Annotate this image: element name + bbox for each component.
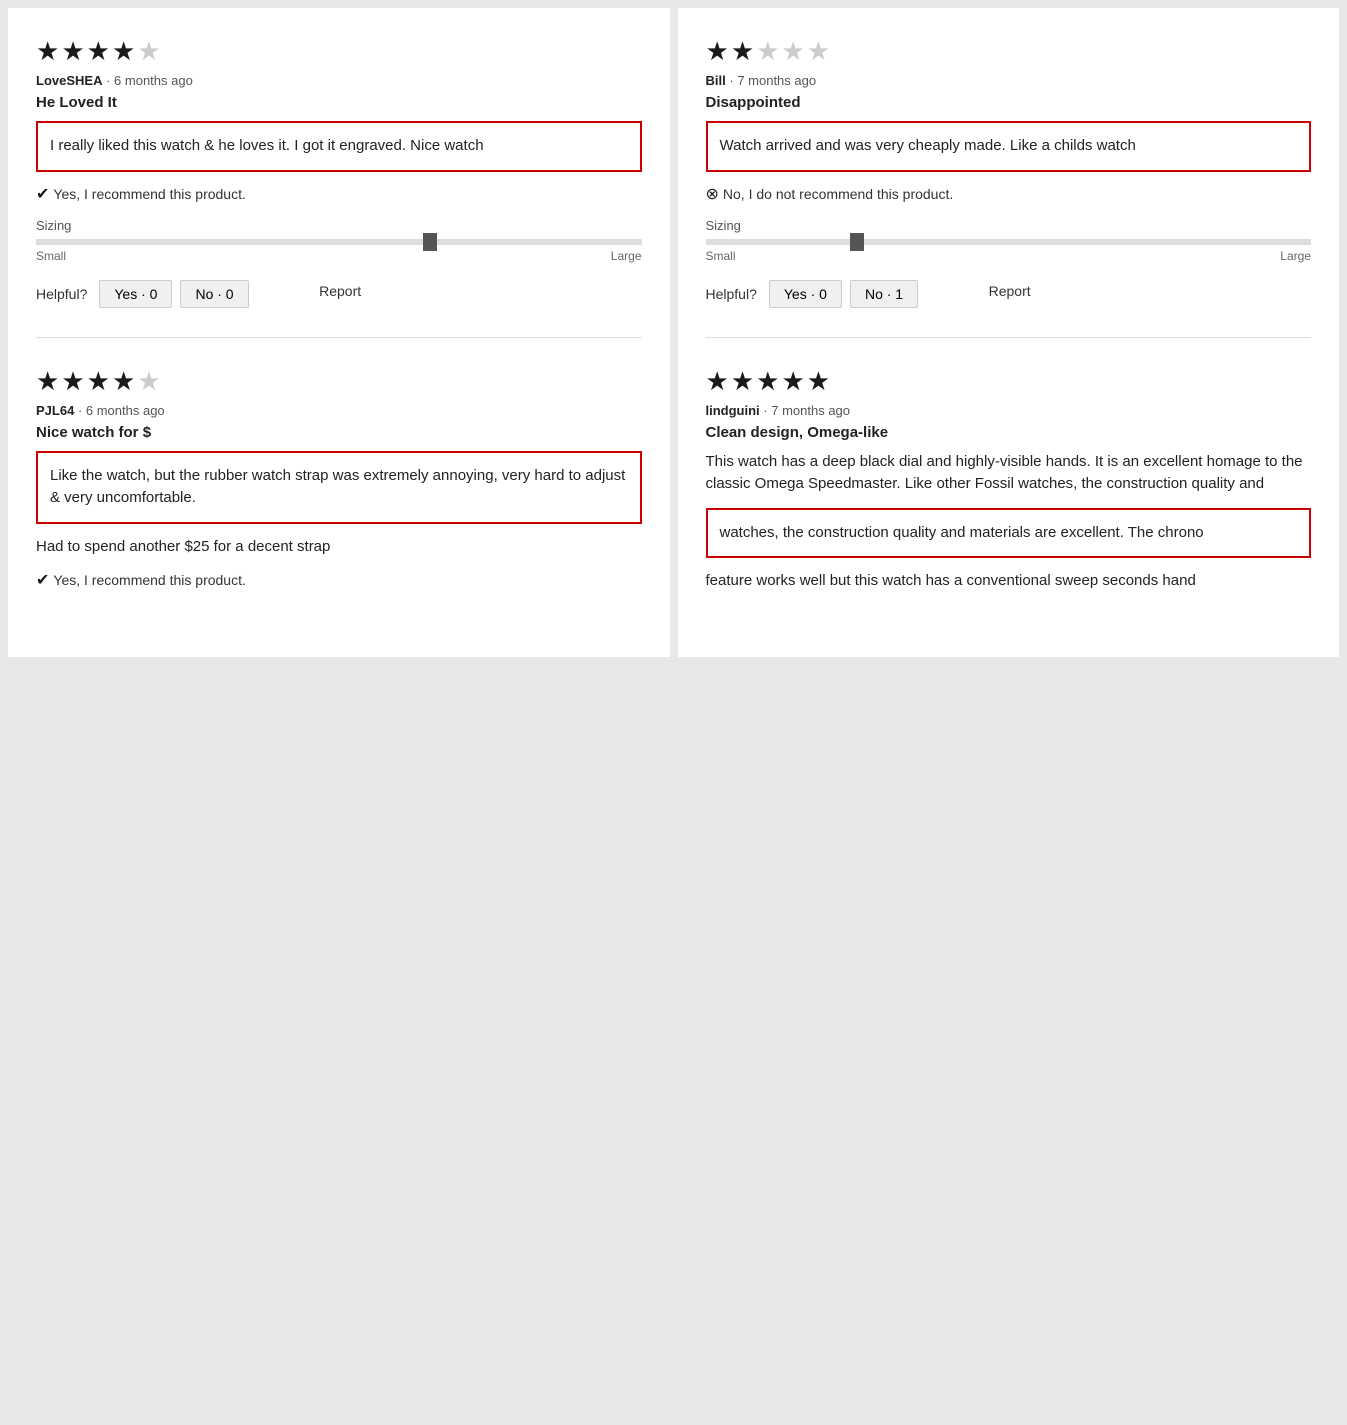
- helpful-yes-btn-1[interactable]: Yes · 0: [99, 280, 172, 308]
- review-title-1: He Loved It: [36, 94, 642, 111]
- star-rating-4: ★ ★ ★ ★ ★: [706, 366, 1312, 397]
- review-bill: ★ ★ ★ ★ ★ Bill · 7 months ago Disappoint…: [706, 36, 1312, 338]
- reviewer-name-3: PJL64: [36, 403, 74, 418]
- review-body-plain-before-4: This watch has a deep black dial and hig…: [706, 451, 1312, 496]
- review-body-2: Watch arrived and was very cheaply made.…: [706, 121, 1312, 172]
- helpful-row-2: Helpful? Yes · 0 No · 1: [706, 279, 919, 309]
- review-lindguini: ★ ★ ★ ★ ★ lindguini · 7 months ago Clean…: [706, 366, 1312, 633]
- review-body-plain-after-4: feature works well but this watch has a …: [706, 570, 1312, 593]
- sizing-small-2: Small: [706, 249, 736, 263]
- reviewer-time-1: · 6 months ago: [106, 73, 193, 88]
- reviewer-name-4: lindguini: [706, 403, 760, 418]
- right-column: ★ ★ ★ ★ ★ Bill · 7 months ago Disappoint…: [678, 8, 1340, 657]
- star-4-2: ★: [731, 366, 754, 397]
- recommend-icon-yes-3: ✔: [36, 570, 49, 590]
- sizing-track-2: [706, 239, 1312, 245]
- sizing-track-1: [36, 239, 642, 245]
- report-row-1: Report: [257, 283, 362, 300]
- reviewer-time-3: · 6 months ago: [78, 403, 165, 418]
- star-2-3-empty: ★: [756, 36, 779, 67]
- star-2-5-empty: ★: [807, 36, 830, 67]
- reviewer-time-2: · 7 months ago: [729, 73, 816, 88]
- report-row-2: Report: [926, 283, 1031, 300]
- helpful-yes-btn-2[interactable]: Yes · 0: [769, 280, 842, 308]
- reviewer-line-2: Bill · 7 months ago: [706, 73, 1312, 88]
- reviewer-line-3: PJL64 · 6 months ago: [36, 403, 642, 418]
- star-2-2: ★: [731, 36, 754, 67]
- sizing-thumb-2: [850, 233, 864, 251]
- recommend-text-3: Yes, I recommend this product.: [53, 572, 245, 588]
- star-rating-3: ★ ★ ★ ★ ★: [36, 366, 642, 397]
- star-4-5: ★: [807, 366, 830, 397]
- reviewer-line-4: lindguini · 7 months ago: [706, 403, 1312, 418]
- sizing-section-2: Sizing Small Large: [706, 218, 1312, 263]
- review-pjl64: ★ ★ ★ ★ ★ PJL64 · 6 months ago Nice watc…: [36, 366, 642, 633]
- helpful-label-2: Helpful?: [706, 279, 757, 309]
- star-4-4: ★: [781, 366, 804, 397]
- helpful-section-1: Helpful? Yes · 0 No · 0 Report: [36, 279, 642, 309]
- sizing-section-1: Sizing Small Large: [36, 218, 642, 263]
- sizing-range-labels-2: Small Large: [706, 249, 1312, 263]
- reviewer-line-1: LoveSHEA · 6 months ago: [36, 73, 642, 88]
- review-body-highlighted-3: Like the watch, but the rubber watch str…: [36, 451, 642, 524]
- review-title-4: Clean design, Omega-like: [706, 424, 1312, 441]
- helpful-label-1: Helpful?: [36, 279, 87, 309]
- star-3: ★: [87, 36, 110, 67]
- reviewer-time-4: · 7 months ago: [763, 403, 850, 418]
- review-body-1: I really liked this watch & he loves it.…: [36, 121, 642, 172]
- helpful-no-btn-2[interactable]: No · 1: [850, 280, 918, 308]
- star-3-3: ★: [87, 366, 110, 397]
- review-title-3: Nice watch for $: [36, 424, 642, 441]
- recommend-icon-yes-1: ✔: [36, 184, 49, 204]
- review-body-highlighted-4: watches, the construction quality and ma…: [706, 508, 1312, 559]
- star-3-1: ★: [36, 366, 59, 397]
- helpful-row-1: Helpful? Yes · 0 No · 0: [36, 279, 249, 309]
- recommend-icon-no-2: ⊗: [706, 184, 719, 204]
- recommend-2: ⊗ No, I do not recommend this product.: [706, 184, 1312, 204]
- star-rating-1: ★ ★ ★ ★ ★: [36, 36, 642, 67]
- left-column: ★ ★ ★ ★ ★ LoveSHEA · 6 months ago He Lov…: [8, 8, 670, 657]
- star-2: ★: [61, 36, 84, 67]
- sizing-large-2: Large: [1280, 249, 1311, 263]
- recommend-3: ✔ Yes, I recommend this product.: [36, 570, 642, 590]
- star-4-1: ★: [706, 366, 729, 397]
- review-loveshea: ★ ★ ★ ★ ★ LoveSHEA · 6 months ago He Lov…: [36, 36, 642, 338]
- recommend-1: ✔ Yes, I recommend this product.: [36, 184, 642, 204]
- star-5-empty: ★: [137, 36, 160, 67]
- star-3-5-empty: ★: [137, 366, 160, 397]
- review-title-2: Disappointed: [706, 94, 1312, 111]
- helpful-no-btn-1[interactable]: No · 0: [180, 280, 248, 308]
- sizing-thumb-1: [423, 233, 437, 251]
- star-4: ★: [112, 36, 135, 67]
- star-3-2: ★: [61, 366, 84, 397]
- review-body-plain-3: Had to spend another $25 for a decent st…: [36, 536, 642, 559]
- report-link-2[interactable]: Report: [989, 283, 1031, 299]
- star-rating-2: ★ ★ ★ ★ ★: [706, 36, 1312, 67]
- reviews-page: ★ ★ ★ ★ ★ LoveSHEA · 6 months ago He Lov…: [0, 0, 1347, 665]
- sizing-label-1: Sizing: [36, 218, 642, 233]
- reviewer-name-2: Bill: [706, 73, 726, 88]
- star-2-1: ★: [706, 36, 729, 67]
- star-1: ★: [36, 36, 59, 67]
- sizing-small-1: Small: [36, 249, 66, 263]
- helpful-section-2: Helpful? Yes · 0 No · 1 Report: [706, 279, 1312, 309]
- sizing-large-1: Large: [611, 249, 642, 263]
- star-3-4: ★: [112, 366, 135, 397]
- report-link-1[interactable]: Report: [319, 283, 361, 299]
- sizing-label-2: Sizing: [706, 218, 1312, 233]
- recommend-text-1: Yes, I recommend this product.: [53, 186, 245, 202]
- recommend-text-2: No, I do not recommend this product.: [723, 186, 953, 202]
- star-2-4-empty: ★: [781, 36, 804, 67]
- star-4-3: ★: [756, 366, 779, 397]
- sizing-range-labels-1: Small Large: [36, 249, 642, 263]
- reviewer-name-1: LoveSHEA: [36, 73, 102, 88]
